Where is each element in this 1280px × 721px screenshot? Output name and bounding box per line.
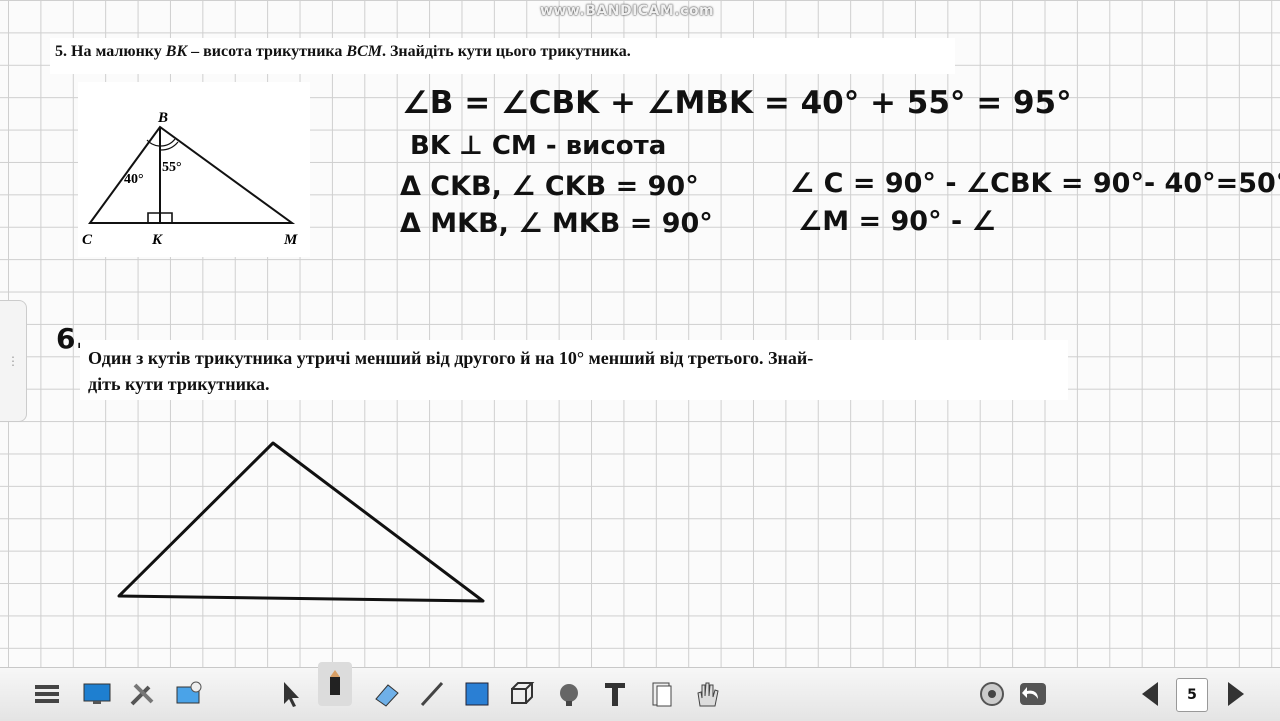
fill-button[interactable] — [552, 675, 586, 713]
side-panel-handle[interactable]: ⋮ — [0, 300, 27, 422]
line-icon — [420, 681, 444, 707]
task5-text-a: На малюнку — [71, 43, 166, 60]
eraser-icon — [375, 684, 399, 707]
tools-button[interactable] — [125, 675, 159, 713]
fill-icon — [560, 684, 578, 706]
label-b: B — [157, 110, 168, 126]
page-icon — [652, 682, 672, 707]
page-button[interactable] — [645, 675, 679, 713]
prev-page-button[interactable] — [1134, 675, 1168, 713]
record-icon — [980, 682, 1004, 706]
3d-icon — [511, 682, 535, 704]
line-button[interactable] — [415, 675, 449, 713]
page-number-indicator[interactable]: 5 — [1176, 678, 1208, 712]
solution-line-3a: Δ CKB, ∠ CKB = 90° — [400, 171, 699, 202]
label-c: C — [82, 232, 93, 248]
text-button[interactable] — [598, 675, 632, 713]
task5-statement: 5. На малюнку BK – висота трикутника BCM… — [55, 43, 631, 61]
task6-triangle[interactable] — [117, 441, 485, 603]
task5-number: 5. — [55, 43, 67, 60]
select-arrow-icon — [284, 682, 299, 707]
menu-button[interactable] — [30, 675, 64, 713]
display-button[interactable] — [80, 675, 114, 713]
task5-text-b: – висота трикутника — [187, 43, 347, 60]
bandicam-watermark: www.BANDICAM.com — [540, 3, 715, 19]
undo-icon — [1020, 683, 1046, 705]
undo-button[interactable] — [1016, 675, 1050, 713]
angle-arc-right — [160, 138, 176, 147]
triangle-bcm — [88, 125, 296, 224]
task5-figure: B C K M 40° 55° — [78, 82, 310, 257]
angle-label-55: 55° — [162, 160, 182, 175]
eraser-button[interactable] — [370, 675, 404, 713]
pen-button[interactable] — [318, 662, 352, 706]
task6-statement-line-1: Один з кутів трикутника утричі менший ві… — [88, 348, 814, 368]
next-page-icon — [1228, 682, 1244, 706]
display-icon — [83, 683, 111, 704]
task5-bcm: BCM — [346, 43, 382, 60]
next-page-button[interactable] — [1218, 675, 1252, 713]
tools-icon — [130, 683, 154, 706]
task5-bk: BK — [165, 43, 188, 60]
solution-line-4b: ∠M = 90° - ∠ — [798, 206, 996, 237]
record-button[interactable] — [975, 675, 1009, 713]
angle-label-40: 40° — [124, 172, 144, 187]
menu-icon — [35, 685, 59, 703]
task6-statement-line-2: діть кути трикутника. — [88, 374, 270, 394]
hand-button[interactable] — [690, 675, 724, 713]
label-m: M — [283, 232, 298, 248]
shape-icon — [465, 682, 489, 706]
solution-line-2: BK ⊥ CM - висота — [410, 131, 666, 161]
task5-text-c: . Знайдіть кути цього трикутника. — [381, 43, 631, 60]
hand-icon — [697, 682, 719, 707]
label-k: K — [151, 232, 163, 248]
shape-button[interactable] — [460, 675, 494, 713]
solution-line-3b: ∠ C = 90° - ∠CBK = 90°- 40°=50° — [790, 168, 1280, 199]
triangle-bcm-diagram: B C K M 40° 55° — [82, 110, 298, 248]
prev-page-icon — [1142, 682, 1158, 706]
solution-line-4a: Δ MKB, ∠ MKB = 90° — [400, 208, 713, 239]
select-button[interactable] — [274, 675, 308, 713]
text-icon — [605, 683, 625, 706]
gallery-icon — [176, 681, 202, 704]
pen-icon — [330, 670, 340, 695]
solution-line-1: ∠B = ∠CBK + ∠MBK = 40° + 55° = 95° — [402, 85, 1072, 121]
3d-button[interactable] — [505, 675, 539, 713]
gallery-button[interactable] — [172, 675, 206, 713]
